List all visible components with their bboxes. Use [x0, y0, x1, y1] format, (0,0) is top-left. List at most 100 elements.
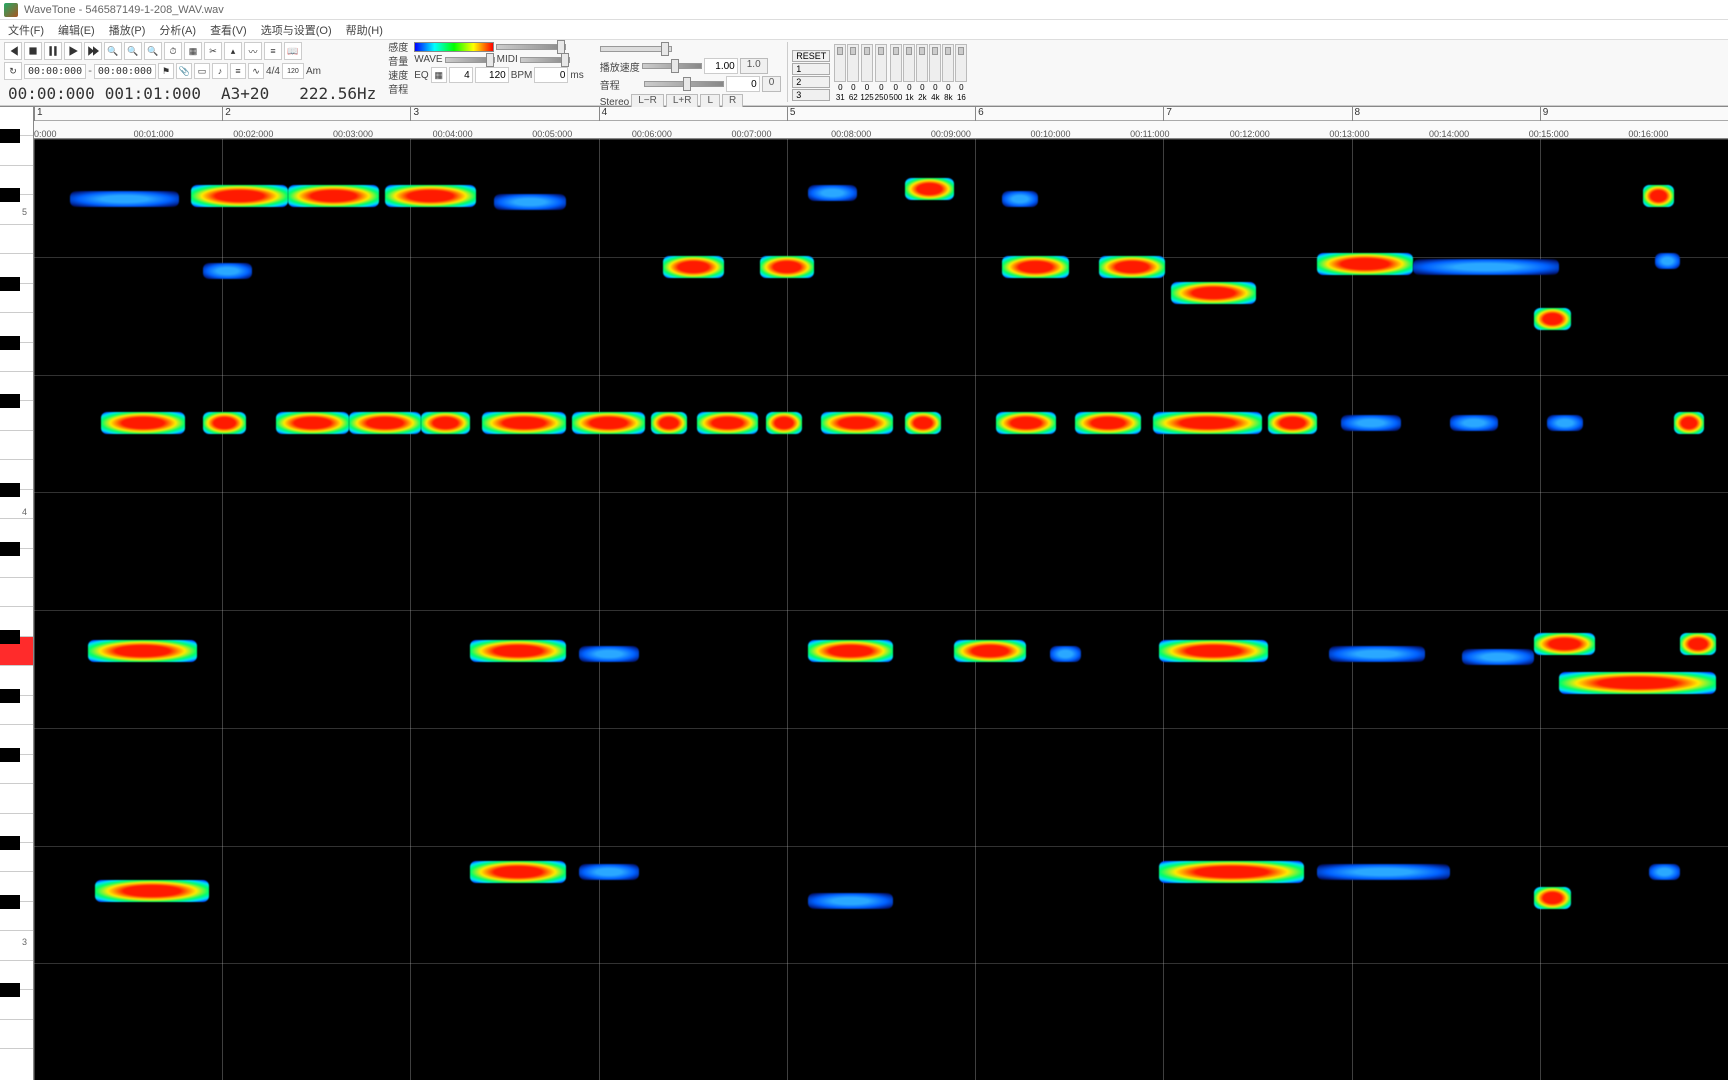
- eq-channel-250[interactable]: 0250: [875, 44, 888, 102]
- spectral-blob: [385, 185, 476, 207]
- spectral-blob: [808, 640, 893, 662]
- pitch-reset-button[interactable]: 0: [762, 76, 782, 92]
- eq-bpm-input[interactable]: [475, 67, 509, 83]
- spectral-blob: [821, 412, 894, 434]
- speed-reset-button[interactable]: 1.0: [740, 58, 768, 74]
- wave-label: WAVE: [414, 54, 442, 65]
- bar-tick: 4: [599, 107, 608, 121]
- menu-file[interactable]: 文件(F): [8, 22, 44, 38]
- time-tick: 00:07:000: [732, 129, 772, 139]
- piano-roll-keys[interactable]: 543: [0, 107, 34, 1080]
- menu-analyze[interactable]: 分析(A): [159, 22, 196, 38]
- spectral-blob: [276, 412, 349, 434]
- mixer-preset-2[interactable]: 2: [792, 76, 830, 88]
- midi-volume-slider[interactable]: [520, 57, 570, 63]
- fast-forward-button[interactable]: [84, 42, 102, 60]
- time-tick: 00:09:000: [931, 129, 971, 139]
- spectral-blob: [1534, 633, 1595, 655]
- spectral-blob: [1462, 649, 1535, 665]
- eq-channel-4k[interactable]: 04k: [929, 44, 941, 102]
- spectral-blob: [572, 412, 645, 434]
- menu-help[interactable]: 帮助(H): [346, 22, 383, 38]
- zoom-in-icon[interactable]: 🔍: [104, 42, 122, 60]
- pitch-input[interactable]: [726, 76, 760, 92]
- spectral-blob: [1534, 308, 1570, 330]
- eq-grid-icon[interactable]: ▦: [431, 67, 447, 83]
- rewind-start-button[interactable]: [4, 42, 22, 60]
- eq-channel-16[interactable]: 016: [955, 44, 967, 102]
- spectral-blob: [349, 412, 422, 434]
- bpm-label: BPM: [511, 70, 533, 81]
- speed-slider[interactable]: [642, 63, 702, 69]
- sensitivity-slider[interactable]: [496, 44, 566, 50]
- stop-button[interactable]: [24, 42, 42, 60]
- marker-icon[interactable]: ▴: [224, 42, 242, 60]
- spectrogram-canvas[interactable]: 123456789 0:00000:01:00000:02:00000:03:0…: [34, 107, 1728, 1080]
- wave-volume-slider[interactable]: [445, 57, 495, 63]
- speed-input[interactable]: [704, 58, 738, 74]
- zoom-fit-icon[interactable]: 🔍: [144, 42, 162, 60]
- clip-icon[interactable]: 📎: [176, 63, 192, 79]
- spectral-blob: [1547, 415, 1583, 431]
- spectral-blob: [1559, 672, 1716, 694]
- grid-icon[interactable]: ▦: [184, 42, 202, 60]
- menu-play[interactable]: 播放(P): [109, 22, 146, 38]
- spectral-blob: [954, 640, 1027, 662]
- eq-grid-input[interactable]: [449, 67, 473, 83]
- pause-button[interactable]: [44, 42, 62, 60]
- spectral-blob: [1413, 259, 1558, 275]
- bpm-display[interactable]: 120: [282, 63, 304, 79]
- spectral-blob: [191, 185, 288, 207]
- eq-channel-62[interactable]: 062: [847, 44, 859, 102]
- time-tick: 00:12:000: [1230, 129, 1270, 139]
- spectral-blob: [494, 194, 567, 210]
- loop-end-time[interactable]: 00:00:000: [94, 64, 156, 79]
- bpm-offset-input[interactable]: [534, 67, 568, 83]
- menu-view[interactable]: 查看(V): [210, 22, 247, 38]
- mixer-preset-1[interactable]: 1: [792, 63, 830, 75]
- spectral-blob: [1680, 633, 1716, 655]
- eq-channel-31[interactable]: 031: [834, 44, 846, 102]
- spectral-blob: [579, 646, 640, 662]
- spectral-blob: [905, 412, 941, 434]
- note-icon[interactable]: ♪: [212, 63, 228, 79]
- grid-lines-icon[interactable]: ≡: [230, 63, 246, 79]
- eq-channel-2k[interactable]: 02k: [916, 44, 928, 102]
- cut-icon[interactable]: ✂: [204, 42, 222, 60]
- app-logo-icon: [4, 3, 18, 17]
- zoom-out-icon[interactable]: 🔍: [124, 42, 142, 60]
- eq-channel-125[interactable]: 0125: [860, 44, 873, 102]
- mixer-preset-3[interactable]: 3: [792, 89, 830, 101]
- volume-slider[interactable]: [600, 46, 672, 52]
- time-tick: 00:08:000: [831, 129, 871, 139]
- pitch-slider[interactable]: [644, 81, 724, 87]
- stereo-label: Stereo: [600, 97, 629, 108]
- midi-label: MIDI: [497, 54, 518, 65]
- menu-options[interactable]: 选项与设置(O): [261, 22, 332, 38]
- play-button[interactable]: [64, 42, 82, 60]
- time-tick: 00:10:000: [1030, 129, 1070, 139]
- loop-start-time[interactable]: 00:00:000: [24, 64, 86, 79]
- param-labels: 感度 音量 速度 音程: [388, 42, 408, 98]
- spectral-blob: [1341, 415, 1402, 431]
- label-pitch: 音程: [388, 84, 408, 98]
- spectral-blob: [1159, 861, 1304, 883]
- eq-label: EQ: [414, 70, 428, 81]
- metronome-icon[interactable]: ⏱: [164, 42, 182, 60]
- book-icon[interactable]: 📖: [284, 42, 302, 60]
- eq-channel-500[interactable]: 0500: [889, 44, 902, 102]
- time-tick: 00:05:000: [532, 129, 572, 139]
- loop-button[interactable]: ↻: [4, 62, 22, 80]
- spectral-blob: [1317, 253, 1414, 275]
- mixer-reset-button[interactable]: RESET: [792, 50, 830, 62]
- waveform-icon[interactable]: ∿: [248, 63, 264, 79]
- eq-channel-1k[interactable]: 01k: [903, 44, 915, 102]
- marker-a-icon[interactable]: ⚑: [158, 63, 174, 79]
- select-icon[interactable]: ▭: [194, 63, 210, 79]
- wave-view-icon[interactable]: 〰: [244, 42, 262, 60]
- spectral-blob: [996, 412, 1057, 434]
- menu-edit[interactable]: 编辑(E): [58, 22, 95, 38]
- eq-channel-8k[interactable]: 08k: [942, 44, 954, 102]
- spectrum-view-icon[interactable]: ≡: [264, 42, 282, 60]
- time-tick: 00:04:000: [433, 129, 473, 139]
